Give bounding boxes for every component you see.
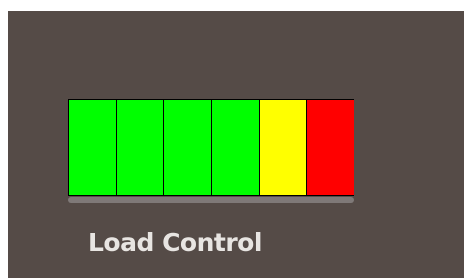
- load-meter-segment-6: [307, 100, 355, 195]
- load-meter-segment-5: [259, 100, 307, 195]
- load-meter-segment-3: [164, 100, 212, 195]
- load-meter-segment-2: [116, 100, 164, 195]
- load-control-panel: Load Control: [8, 11, 464, 278]
- load-meter: [68, 99, 355, 196]
- load-control-label: Load Control: [88, 228, 262, 257]
- load-meter-segment-1: [69, 100, 116, 195]
- meter-baseline: [68, 197, 354, 203]
- load-meter-segment-4: [212, 100, 259, 195]
